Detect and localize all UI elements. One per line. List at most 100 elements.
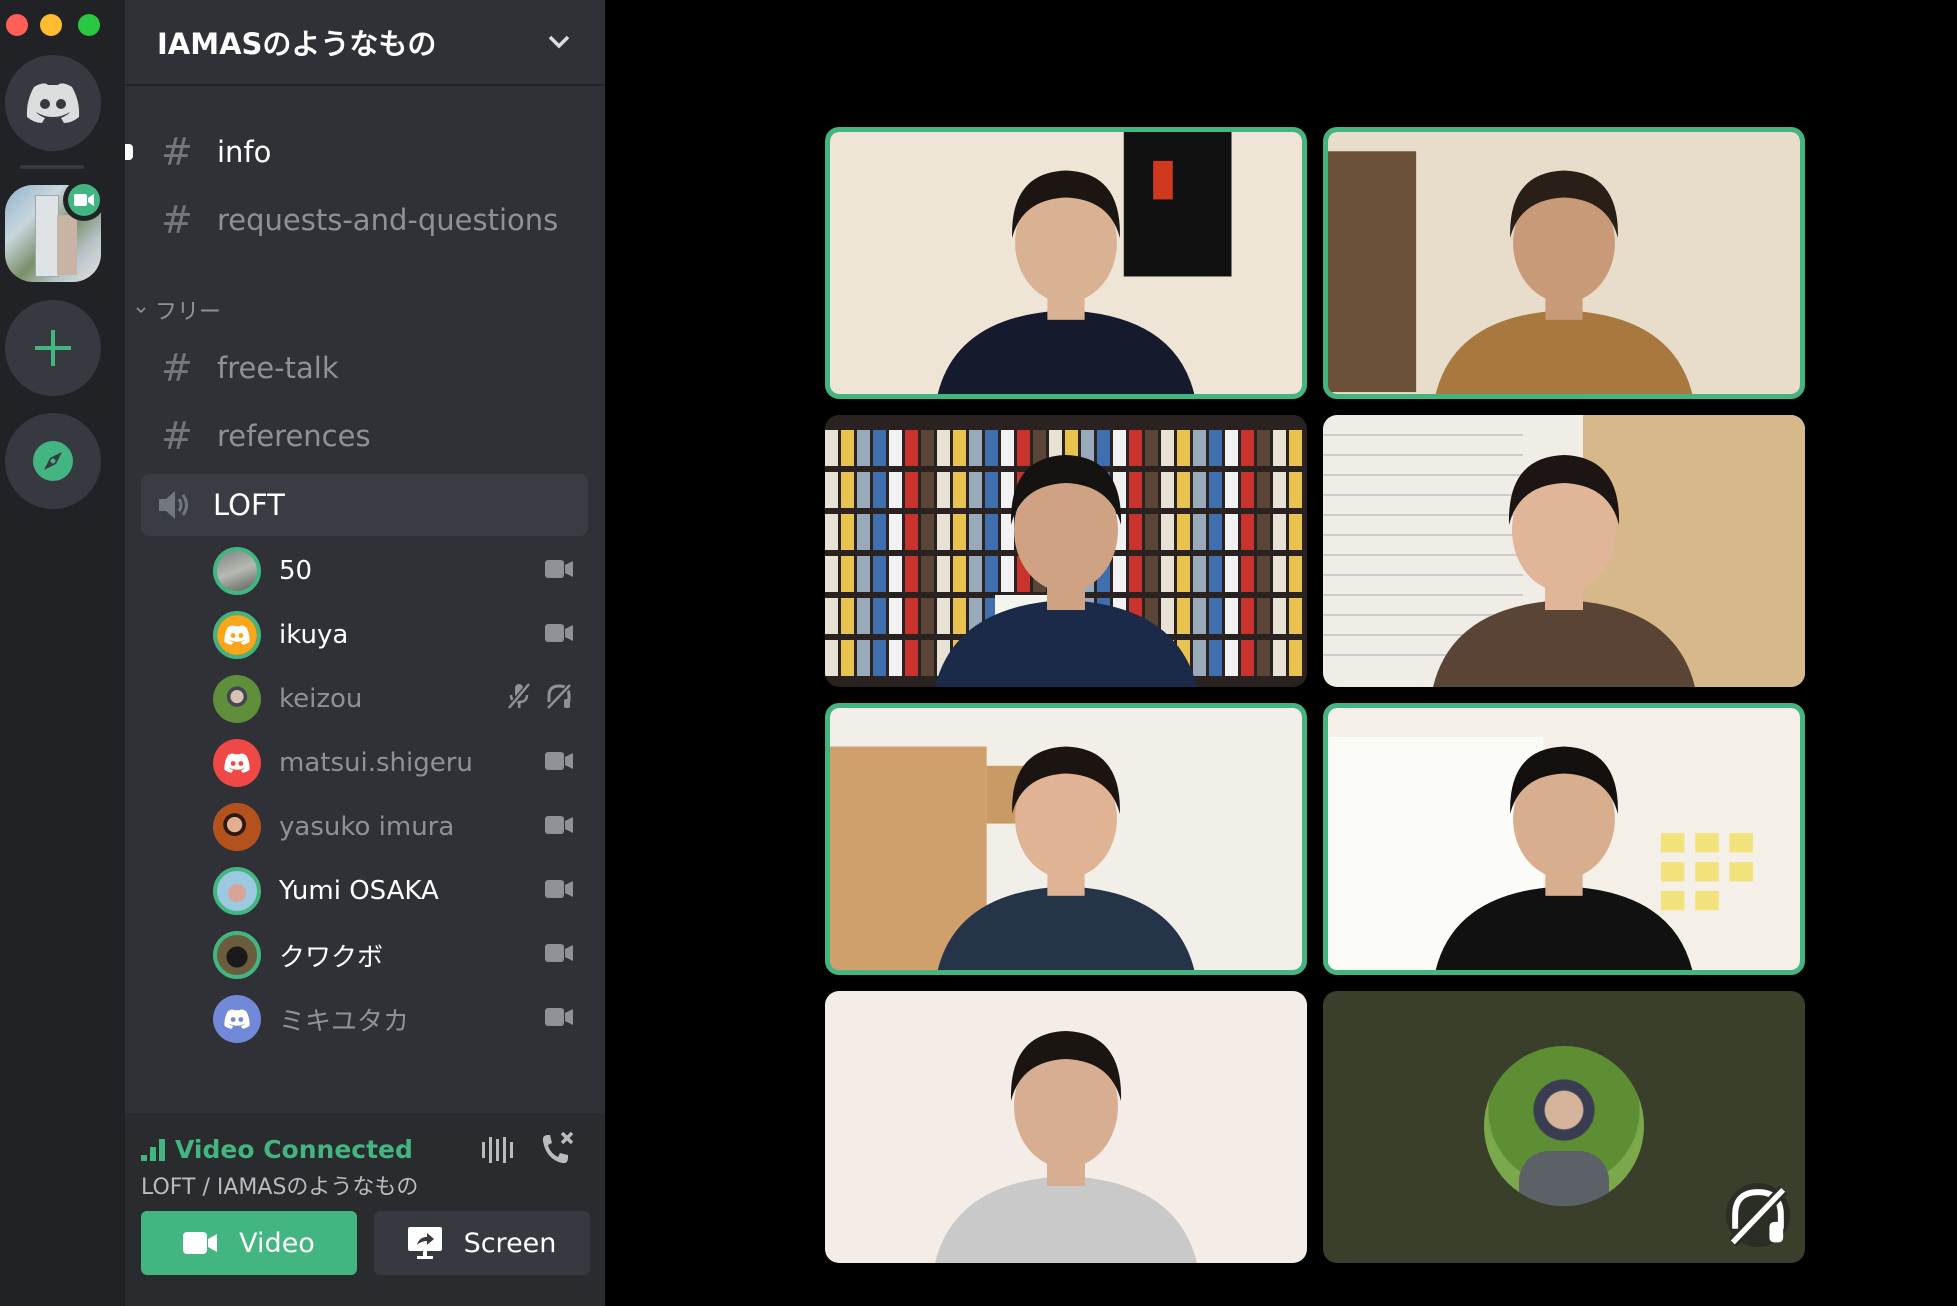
channel-name: requests-and-questions <box>217 203 559 237</box>
voice-user-name: 50 <box>279 556 313 586</box>
avatar <box>213 803 261 851</box>
window-maximize-button[interactable] <box>78 14 100 36</box>
channel-name: free-talk <box>217 351 339 385</box>
video-camera-icon <box>183 1232 218 1254</box>
voice-user[interactable]: ミキユタカ <box>213 991 573 1047</box>
video-tile[interactable] <box>825 415 1307 687</box>
voice-user-name: ミキユタカ <box>279 1006 410 1037</box>
voice-user-name: keizou <box>279 684 363 714</box>
video-tile[interactable] <box>1323 703 1805 975</box>
video-tile[interactable] <box>825 991 1307 1263</box>
video-feed <box>1328 132 1800 394</box>
video-feed <box>830 132 1302 394</box>
add-server-button[interactable] <box>5 300 101 396</box>
hash-icon: # <box>161 130 193 174</box>
voice-user[interactable]: Yumi OSAKA <box>213 863 573 919</box>
screen-button-label: Screen <box>463 1227 557 1259</box>
hash-icon: # <box>161 346 193 390</box>
guild-header[interactable]: IAMASのようなもの <box>125 0 605 86</box>
video-icon <box>545 556 573 586</box>
video-tile[interactable] <box>825 127 1307 399</box>
compass-icon <box>33 441 73 481</box>
video-tile[interactable] <box>825 703 1307 975</box>
disconnect-button[interactable] <box>538 1131 576 1173</box>
disconnect-call-icon <box>542 1131 574 1164</box>
channel-info[interactable]: # info <box>141 121 588 183</box>
category-name: フリー <box>155 300 222 325</box>
window-minimize-button[interactable] <box>40 14 62 36</box>
video-tile[interactable] <box>1323 127 1805 399</box>
hash-icon: # <box>161 414 193 458</box>
voice-user[interactable]: ikuya <box>213 607 573 663</box>
headphones-deafened-icon <box>545 682 573 717</box>
voice-channel-loft[interactable]: LOFT <box>141 474 588 536</box>
signal-strength-icon <box>141 1138 165 1161</box>
deafened-badge <box>1726 1183 1790 1247</box>
noise-suppression-icon <box>482 1137 513 1163</box>
video-feed <box>1323 415 1805 687</box>
voice-user-name: matsui.shigeru <box>279 748 473 778</box>
channel-references[interactable]: # references <box>141 405 588 467</box>
chevron-down-icon[interactable] <box>547 34 571 50</box>
voice-user-name: yasuko imura <box>279 812 455 842</box>
channel-sidebar: IAMASのようなもの # info # requests-and-questi… <box>125 0 605 1306</box>
channel-requests-and-questions[interactable]: # requests-and-questions <box>141 189 588 251</box>
hash-icon: # <box>161 198 193 242</box>
home-button[interactable] <box>5 55 101 151</box>
noise-suppression-button[interactable] <box>480 1135 514 1169</box>
voice-active-badge <box>63 179 105 221</box>
speaker-icon <box>157 489 201 521</box>
video-icon <box>545 812 573 842</box>
video-feed <box>830 708 1302 970</box>
voice-connection-panel: Video Connected LOFT / IAMASのようなもの Video <box>125 1113 605 1306</box>
voice-user-name: Yumi OSAKA <box>279 876 439 906</box>
server-rail <box>0 0 125 1306</box>
channel-name: references <box>217 419 371 453</box>
rail-divider <box>20 165 84 169</box>
window-close-button[interactable] <box>6 14 28 36</box>
video-tile[interactable] <box>1323 415 1805 687</box>
chevron-down-icon <box>136 307 146 314</box>
video-icon <box>545 1004 573 1034</box>
voice-user-name: クワクボ <box>279 942 384 973</box>
voice-location[interactable]: LOFT / IAMASのようなもの <box>141 1169 418 1201</box>
headphones-deafened-icon <box>1728 1185 1788 1247</box>
guild-name: IAMASのようなもの <box>157 27 437 61</box>
discord-logo-icon <box>26 83 80 123</box>
video-feed <box>825 991 1307 1263</box>
voice-user[interactable]: yasuko imura <box>213 799 573 855</box>
avatar <box>213 675 261 723</box>
category-free[interactable]: フリー <box>135 294 221 326</box>
channel-name: LOFT <box>213 488 285 522</box>
clipped-category <box>161 1104 321 1113</box>
voice-user[interactable]: matsui.shigeru <box>213 735 573 791</box>
avatar <box>213 739 261 787</box>
building-shape <box>57 215 77 275</box>
avatar <box>213 995 261 1043</box>
screen-share-icon <box>407 1227 442 1259</box>
plus-icon <box>35 330 71 366</box>
video-icon <box>545 940 573 970</box>
channel-name: info <box>217 135 272 169</box>
screen-share-button[interactable]: Screen <box>374 1211 590 1275</box>
video-button[interactable]: Video <box>141 1211 357 1275</box>
video-button-label: Video <box>239 1227 315 1259</box>
video-tile[interactable] <box>1323 991 1805 1263</box>
explore-servers-button[interactable] <box>5 413 101 509</box>
voice-user-name: ikuya <box>279 620 349 650</box>
video-feed <box>1328 708 1800 970</box>
voice-status[interactable]: Video Connected <box>141 1135 413 1164</box>
video-icon <box>545 620 573 650</box>
channel-free-talk[interactable]: # free-talk <box>141 337 588 399</box>
avatar <box>213 547 261 595</box>
avatar <box>213 867 261 915</box>
mic-muted-icon <box>507 681 531 717</box>
video-feed <box>825 415 1307 687</box>
building-shape <box>35 195 59 277</box>
voice-user[interactable]: 50 <box>213 543 573 599</box>
voice-status-text: Video Connected <box>175 1135 413 1164</box>
video-icon <box>545 876 573 906</box>
voice-user[interactable]: keizou <box>213 671 573 727</box>
unread-indicator <box>125 144 133 160</box>
voice-user[interactable]: クワクボ <box>213 927 573 983</box>
